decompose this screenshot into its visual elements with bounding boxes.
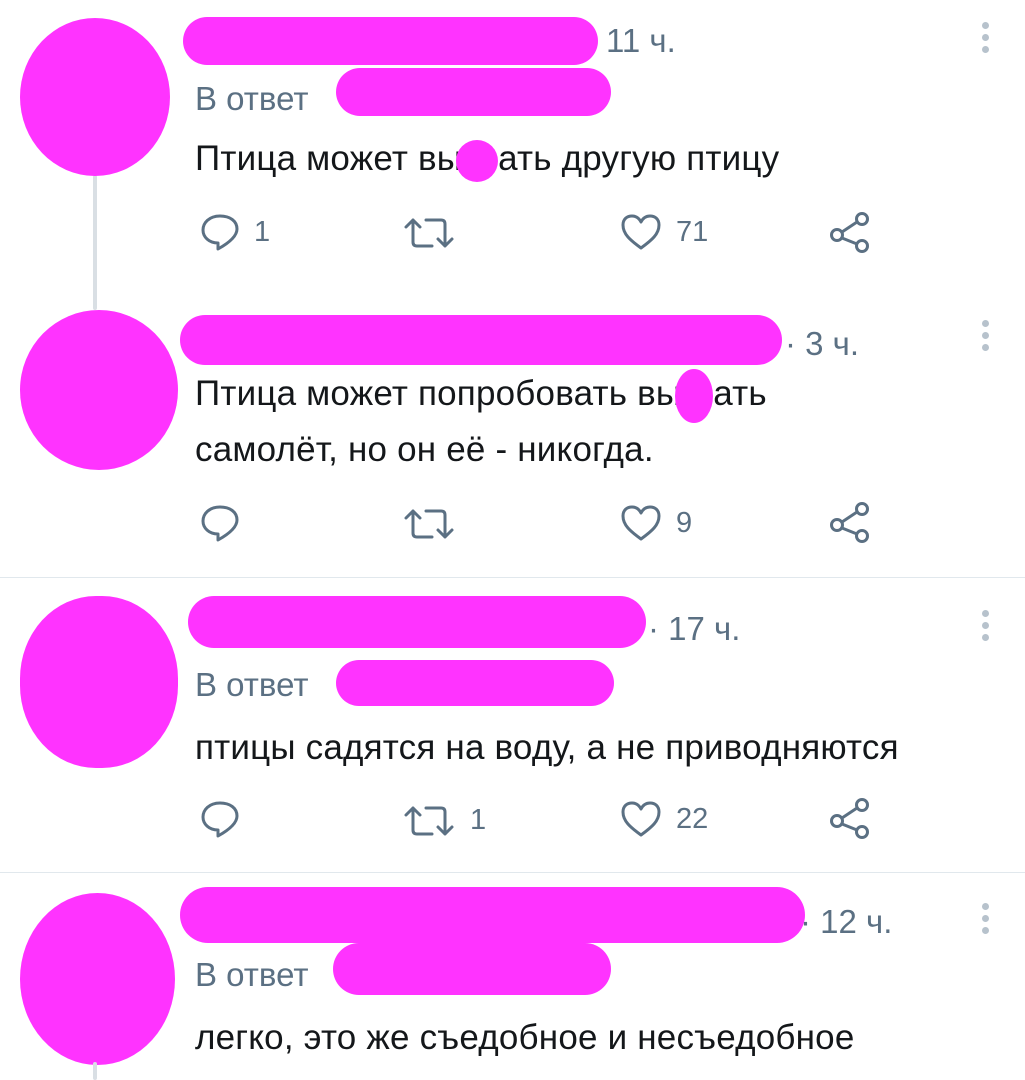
like-button[interactable]: 9 — [620, 504, 692, 542]
thread-line — [93, 1062, 97, 1080]
tweet-text-part: самолёт, но он её - никогда. — [195, 429, 654, 469]
avatar[interactable] — [20, 596, 178, 768]
share-button[interactable] — [828, 210, 872, 254]
tweet[interactable]: · 3 ч. Птица может попробовать вы ать само… — [0, 300, 1025, 577]
share-icon — [830, 212, 869, 253]
tweet-text: птицы садятся на воду, а не приводняются — [195, 721, 899, 774]
share-button[interactable] — [828, 796, 872, 840]
like-button[interactable]: 71 — [620, 213, 708, 251]
redacted-reply-handle[interactable] — [336, 660, 614, 706]
avatar[interactable] — [20, 18, 170, 176]
tweet-text-part: легко, это же съедобное и несъедобное — [195, 1018, 855, 1057]
reply-button[interactable] — [200, 504, 254, 542]
tweet-text: Птица может вы ать другую птицу — [195, 132, 779, 185]
more-icon[interactable] — [980, 903, 990, 939]
reply-button[interactable]: 1 — [200, 213, 270, 251]
avatar[interactable] — [20, 310, 178, 470]
more-icon[interactable] — [980, 22, 990, 58]
like-count: 22 — [676, 802, 709, 835]
retweet-button[interactable] — [402, 217, 470, 249]
share-icon — [830, 798, 869, 839]
redacted-reply-handle[interactable] — [333, 943, 611, 995]
retweet-icon — [404, 806, 454, 835]
like-count: 71 — [676, 215, 709, 248]
redacted-username[interactable] — [180, 315, 782, 365]
reply-to-label: В ответ — [195, 666, 309, 703]
tweet-text-part: ать другую птицу — [498, 139, 780, 178]
tweet[interactable]: · 12 ч. В ответ легко, это же съедобное … — [0, 873, 1025, 1080]
share-button[interactable] — [828, 500, 872, 544]
retweet-icon — [404, 509, 454, 539]
tweet[interactable]: · 17 ч. В ответ птицы садятся на воду, а… — [0, 578, 1025, 872]
tweet-time[interactable]: 11 ч. — [606, 22, 676, 60]
like-count: 9 — [676, 506, 693, 539]
reply-icon — [201, 214, 239, 251]
reply-count: 1 — [254, 215, 271, 248]
like-button[interactable]: 22 — [620, 800, 708, 838]
tweet[interactable]: 11 ч. В ответ Птица может вы ать другую п… — [0, 0, 1025, 300]
reply-icon — [201, 801, 239, 838]
redacted-username[interactable] — [183, 17, 598, 65]
more-icon[interactable] — [980, 610, 990, 646]
retweet-count: 1 — [470, 804, 487, 836]
tweet-text-part: Птица может попробовать вы — [195, 374, 682, 413]
retweet-icon — [404, 218, 454, 248]
tweet-time[interactable]: · 12 ч. — [800, 903, 892, 941]
like-icon — [621, 505, 661, 541]
censor-mark — [456, 139, 499, 182]
tweet-time[interactable]: · 3 ч. — [785, 325, 859, 363]
redacted-username[interactable] — [180, 887, 805, 943]
reply-to-label: В ответ — [195, 956, 309, 993]
like-icon — [621, 214, 661, 250]
more-icon[interactable] — [980, 320, 990, 356]
tweet-text: Птица может попробовать вы ать самолёт, но… — [195, 367, 767, 476]
redacted-username[interactable] — [188, 596, 646, 648]
tweet-text-part: ать — [713, 374, 767, 413]
redacted-reply-handle[interactable] — [336, 68, 611, 116]
reply-to-label: В ответ — [195, 80, 309, 117]
reply-icon — [201, 505, 239, 542]
share-icon — [830, 502, 869, 543]
tweet-text-part: птицы садятся на воду, а не приводняются — [195, 728, 899, 767]
tweet-time[interactable]: · 17 ч. — [648, 610, 740, 648]
tweet-text-part: Птица может вы — [195, 139, 463, 178]
retweet-button[interactable]: 1 — [402, 804, 486, 837]
like-icon — [621, 801, 661, 837]
tweet-text: легко, это же съедобное и несъедобное — [195, 1011, 855, 1064]
reply-button[interactable] — [200, 800, 254, 838]
censor-mark — [675, 368, 714, 423]
avatar[interactable] — [20, 893, 175, 1065]
retweet-button[interactable] — [402, 508, 470, 540]
